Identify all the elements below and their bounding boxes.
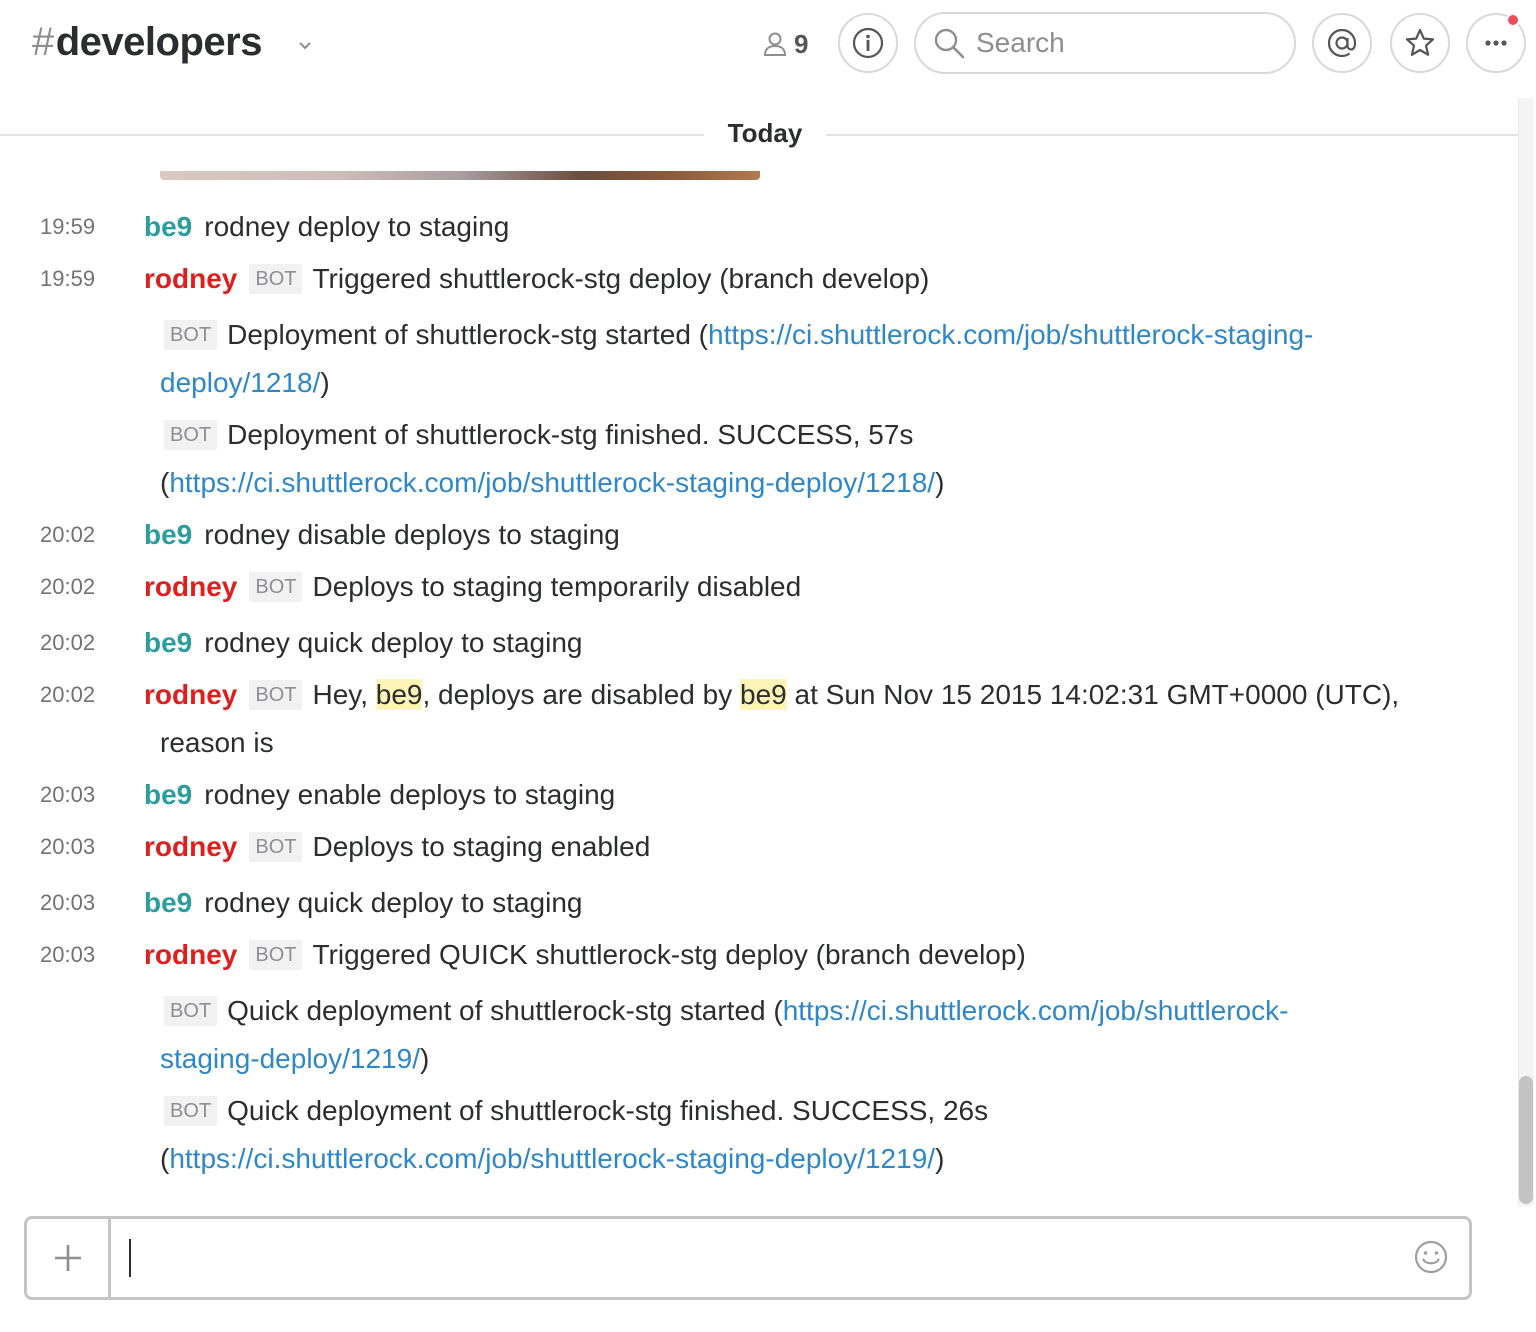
message-author[interactable]: rodney bbox=[144, 571, 237, 602]
message-text: Deploys to staging enabled bbox=[312, 831, 651, 862]
more-icon bbox=[1485, 40, 1507, 46]
bot-badge: BOT bbox=[249, 940, 303, 970]
message-timestamp[interactable]: 19:59 bbox=[40, 203, 120, 251]
bot-attachment: BOT Quick deployment of shuttlerock-stg s… bbox=[160, 987, 1440, 1083]
message-text-continued: reason is bbox=[160, 727, 274, 758]
bot-badge: BOT bbox=[249, 680, 303, 710]
plus-icon bbox=[54, 1245, 81, 1271]
message-timestamp[interactable]: 20:02 bbox=[40, 619, 120, 667]
job-link[interactable]: https://ci.shuttlerock.com/job/shuttlero… bbox=[708, 319, 1313, 350]
bot-attachment: BOT Quick deployment of shuttlerock-stg f… bbox=[160, 1087, 1440, 1183]
message-text: Triggered shuttlerock-stg deploy (branch… bbox=[312, 263, 930, 294]
starred-button[interactable] bbox=[1390, 13, 1450, 73]
emoji-icon[interactable] bbox=[1413, 1239, 1449, 1275]
attachment-text: Deployment of shuttlerock-stg finished. … bbox=[227, 419, 914, 450]
message-timestamp[interactable]: 20:02 bbox=[40, 563, 120, 611]
paren-close: ) bbox=[320, 367, 330, 398]
job-link-continued[interactable]: deploy/1218/ bbox=[160, 367, 320, 398]
more-button[interactable] bbox=[1466, 13, 1526, 73]
message-timestamp[interactable]: 20:03 bbox=[40, 771, 120, 819]
message-text: Hey, bbox=[312, 679, 376, 710]
person-icon bbox=[763, 32, 787, 56]
message-timestamp[interactable]: 20:02 bbox=[40, 671, 120, 719]
message-author[interactable]: rodney bbox=[144, 939, 237, 970]
scrollbar-thumb[interactable] bbox=[1519, 1076, 1533, 1204]
message-author[interactable]: rodney bbox=[144, 263, 237, 294]
channel-info-button[interactable] bbox=[838, 13, 898, 73]
chevron-down-icon[interactable] bbox=[296, 36, 314, 54]
channel-header: #developers 9 bbox=[0, 0, 1536, 90]
job-link[interactable]: https://ci.shuttlerock.com/job/shuttlero… bbox=[169, 467, 935, 498]
search-icon bbox=[934, 28, 965, 59]
message-timestamp[interactable]: 19:59 bbox=[40, 255, 120, 303]
bot-badge: BOT bbox=[164, 1096, 218, 1126]
message-text: Triggered QUICK shuttlerock-stg deploy (… bbox=[312, 939, 1026, 970]
message-timestamp[interactable]: 20:03 bbox=[40, 879, 120, 927]
day-divider: Today bbox=[0, 116, 1520, 156]
message-composer[interactable] bbox=[24, 1216, 1472, 1300]
attach-button[interactable] bbox=[27, 1219, 111, 1297]
search-box[interactable] bbox=[914, 12, 1296, 74]
user-mention[interactable]: be9 bbox=[740, 679, 787, 710]
mentions-button[interactable] bbox=[1312, 13, 1372, 73]
message-text: rodney enable deploys to staging bbox=[204, 779, 616, 810]
day-divider-label: Today bbox=[727, 118, 803, 148]
message-author[interactable]: rodney bbox=[144, 831, 237, 862]
bot-badge: BOT bbox=[249, 832, 303, 862]
message-author[interactable]: rodney bbox=[144, 679, 237, 710]
bot-badge: BOT bbox=[164, 320, 218, 350]
job-link-continued[interactable]: staging-deploy/1219/ bbox=[160, 1043, 420, 1074]
hash-symbol: # bbox=[32, 20, 54, 64]
bot-badge: BOT bbox=[164, 420, 218, 450]
job-link[interactable]: https://ci.shuttlerock.com/job/shuttlero… bbox=[169, 1143, 935, 1174]
bot-badge: BOT bbox=[249, 572, 303, 602]
message-text: Deploys to staging temporarily disabled bbox=[312, 571, 802, 602]
message-timestamp[interactable]: 20:03 bbox=[40, 823, 120, 871]
user-mention[interactable]: be9 bbox=[375, 679, 423, 710]
bot-attachment: BOT Deployment of shuttlerock-stg finishe… bbox=[160, 411, 1440, 507]
message-text: rodney disable deploys to staging bbox=[204, 519, 620, 550]
bot-badge: BOT bbox=[164, 996, 218, 1026]
bot-attachment: BOT Deployment of shuttlerock-stg started… bbox=[160, 311, 1440, 407]
message-timestamp[interactable]: 20:02 bbox=[40, 511, 120, 559]
paren-close: ) bbox=[935, 467, 945, 498]
image-attachment-remnant[interactable] bbox=[160, 171, 760, 180]
member-count-button[interactable]: 9 bbox=[760, 26, 808, 62]
divider-line-right bbox=[826, 134, 1520, 136]
text-caret bbox=[129, 1239, 131, 1277]
divider-line-left bbox=[0, 134, 704, 136]
attachment-text: Quick deployment of shuttlerock-stg star… bbox=[227, 995, 783, 1026]
info-icon bbox=[852, 27, 884, 59]
star-icon bbox=[1405, 28, 1435, 56]
message-text: at Sun Nov 15 2015 14:02:31 GMT+0000 (UT… bbox=[786, 679, 1400, 710]
channel-name: developers bbox=[55, 20, 263, 64]
channel-title[interactable]: #developers bbox=[32, 20, 262, 65]
search-input[interactable] bbox=[976, 27, 1266, 59]
message-author[interactable]: be9 bbox=[144, 519, 192, 550]
message-text: rodney quick deploy to staging bbox=[204, 627, 583, 658]
paren-close: ) bbox=[419, 1043, 430, 1074]
message-author[interactable]: be9 bbox=[144, 779, 192, 810]
message-text: , deploys are disabled by bbox=[422, 679, 741, 710]
at-mention-icon bbox=[1327, 28, 1357, 58]
job-link[interactable]: https://ci.shuttlerock.com/job/shuttlero… bbox=[783, 995, 1289, 1026]
member-count: 9 bbox=[794, 28, 809, 59]
message-author[interactable]: be9 bbox=[144, 887, 192, 918]
message-author[interactable]: be9 bbox=[144, 627, 192, 658]
paren-close: ) bbox=[935, 1143, 945, 1174]
paren-open: ( bbox=[160, 467, 170, 498]
paren-open: ( bbox=[160, 1143, 170, 1174]
message-timestamp[interactable]: 20:03 bbox=[40, 931, 120, 979]
attachment-text: Deployment of shuttlerock-stg started ( bbox=[227, 319, 708, 350]
message-text: rodney quick deploy to staging bbox=[204, 887, 583, 918]
notification-dot bbox=[1506, 13, 1520, 27]
bot-badge: BOT bbox=[249, 264, 303, 294]
message-author[interactable]: be9 bbox=[144, 211, 192, 242]
scrollbar-track[interactable] bbox=[1518, 98, 1534, 1206]
message-text: rodney deploy to staging bbox=[204, 211, 510, 242]
attachment-text: Quick deployment of shuttlerock-stg fini… bbox=[227, 1095, 989, 1126]
